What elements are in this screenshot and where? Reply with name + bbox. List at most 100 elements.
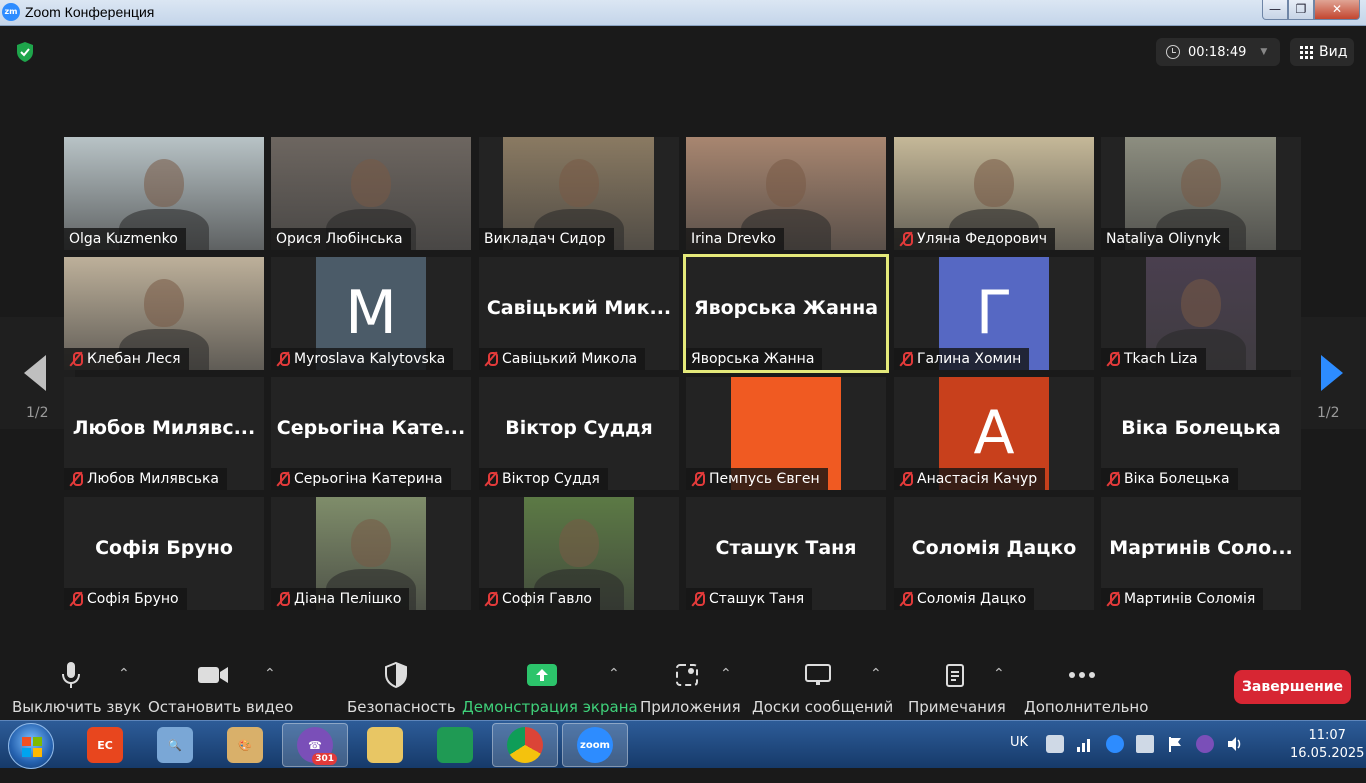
viber-tray-icon[interactable] — [1196, 735, 1214, 753]
viber-unread-badge: 301 — [312, 753, 337, 765]
participant-name: Серьогіна Катерина — [294, 471, 443, 487]
participant-tile[interactable]: Софія Бруно Софія Бруно — [64, 497, 264, 610]
participant-tile[interactable]: Любов Милявс... Любов Милявська — [64, 377, 264, 490]
person-silhouette — [559, 519, 599, 567]
participant-name-label: Пемпусь Євген — [686, 468, 828, 490]
language-indicator[interactable]: UK — [1010, 735, 1028, 783]
participant-tile[interactable]: Мартинів Соло... Мартинів Соломія — [1101, 497, 1301, 610]
taskbar-zoom-app[interactable]: zoom — [562, 723, 628, 767]
video-gallery: Olga Kuzmenko Орися Любінська Викладач Сид… — [64, 137, 1301, 610]
zoom-tray-icon[interactable] — [1106, 735, 1124, 753]
more-button[interactable]: Дополнительно — [1024, 658, 1148, 716]
participant-tile[interactable]: Софія Гавло — [479, 497, 679, 610]
network-tray-icon[interactable] — [1046, 735, 1064, 753]
whiteboards-button[interactable]: Доски сообщений — [752, 658, 893, 716]
participant-tile[interactable]: Уляна Федорович — [894, 137, 1094, 250]
end-meeting-button[interactable]: Завершение — [1234, 670, 1351, 704]
participant-tile[interactable]: Віктор Суддя Віктор Суддя — [479, 377, 679, 490]
participant-tile[interactable]: Соломія Дацко Соломія Дацко — [894, 497, 1094, 610]
participant-tile[interactable]: Віка Болецька Віка Болецька — [1101, 377, 1301, 490]
whiteboards-options-chevron-icon[interactable]: ⌃ — [870, 666, 882, 682]
participant-tile[interactable]: Irina Drevko — [686, 137, 886, 250]
stop-video-button[interactable]: Остановить видео — [148, 658, 293, 716]
participant-tile[interactable]: Викладач Сидор — [479, 137, 679, 250]
clock-time: 11:07 — [1308, 728, 1346, 743]
notes-button[interactable]: Примечания — [908, 658, 1006, 716]
window-titlebar: zm Zoom Конференция — ❐ ✕ — [0, 0, 1366, 26]
zoom-app-icon: zoom — [577, 727, 613, 763]
taskbar-search-app[interactable]: 🔍 — [142, 723, 208, 767]
participant-name-label: Сташук Таня — [686, 588, 813, 610]
security-button[interactable]: Безопасность — [347, 658, 456, 716]
participant-name-label: Віктор Суддя — [479, 468, 608, 490]
participant-tile[interactable]: Сташук Таня Сташук Таня — [686, 497, 886, 610]
taskbar-chrome-app[interactable] — [492, 723, 558, 767]
participant-display-name: Віка Болецька — [1121, 417, 1281, 439]
taskbar-explorer-app[interactable] — [352, 723, 418, 767]
muted-microphone-icon — [484, 351, 498, 367]
participant-name-label: Орися Любінська — [271, 228, 411, 250]
participant-tile[interactable]: Клебан Леся — [64, 257, 264, 370]
participant-tile[interactable]: Olga Kuzmenko — [64, 137, 264, 250]
volume-icon[interactable] — [1226, 735, 1244, 753]
apps-label: Приложения — [640, 698, 741, 716]
video-options-chevron-icon[interactable]: ⌃ — [264, 666, 276, 682]
page-indicator-left: 1/2 — [26, 405, 49, 421]
encryption-shield-icon[interactable] — [15, 41, 35, 63]
notes-options-chevron-icon[interactable]: ⌃ — [993, 666, 1005, 682]
meeting-timer[interactable]: 00:18:49 ▼ — [1156, 38, 1280, 66]
whiteboard-icon — [752, 658, 884, 692]
participant-name: Сташук Таня — [709, 591, 805, 607]
participant-name: Софія Бруно — [87, 591, 179, 607]
participant-name-label: Клебан Леся — [64, 348, 189, 370]
taskbar-presentation-app[interactable]: EC — [72, 723, 138, 767]
mute-button[interactable]: Выключить звук — [12, 658, 141, 716]
participant-tile[interactable]: Пемпусь Євген — [686, 377, 886, 490]
minimize-button[interactable]: — — [1262, 0, 1288, 20]
maximize-button[interactable]: ❐ — [1288, 0, 1314, 20]
participant-name-label: Софія Гавло — [479, 588, 600, 610]
participant-name-label: Яворська Жанна — [686, 348, 823, 370]
view-button[interactable]: Вид — [1290, 38, 1354, 66]
arrow-left-icon — [24, 355, 46, 391]
participant-display-name: Сташук Таня — [715, 537, 857, 559]
participant-name: Софія Гавло — [502, 591, 592, 607]
grid-view-icon — [1300, 45, 1313, 59]
participant-tile[interactable]: M Myroslava Kalytovska — [271, 257, 471, 370]
signal-bars-icon[interactable] — [1076, 735, 1094, 753]
start-button[interactable] — [8, 723, 54, 769]
device-tray-icon[interactable] — [1136, 735, 1154, 753]
windows-taskbar: EC 🔍 🎨 ☎ 301 zoom UK 11:07 16.05.2025 — [0, 720, 1366, 769]
notes-label: Примечания — [908, 698, 1006, 716]
participant-tile[interactable]: Серьогіна Кате... Серьогіна Катерина — [271, 377, 471, 490]
participant-tile[interactable]: Nataliya Oliynyk — [1101, 137, 1301, 250]
share-screen-button[interactable]: Демонстрация экрана — [462, 658, 638, 716]
participant-tile[interactable]: А Анастасія Качур — [894, 377, 1094, 490]
participant-tile[interactable]: Савіцький Мик... Савіцький Микола — [479, 257, 679, 370]
taskbar-paint-app[interactable]: 🎨 — [212, 723, 278, 767]
participant-name: Орися Любінська — [276, 231, 403, 247]
apps-options-chevron-icon[interactable]: ⌃ — [720, 666, 732, 682]
participant-name: Tkach Liza — [1124, 351, 1198, 367]
next-page-button[interactable]: 1/2 — [1291, 317, 1366, 429]
taskbar-viber-app[interactable]: ☎ 301 — [282, 723, 348, 767]
participant-tile[interactable]: Яворська Жанна Яворська Жанна — [683, 254, 889, 373]
participant-name: Irina Drevko — [691, 231, 776, 247]
close-button[interactable]: ✕ — [1314, 0, 1360, 20]
participant-tile[interactable]: Діана Пелішко — [271, 497, 471, 610]
taskbar-meet-app[interactable] — [422, 723, 488, 767]
system-clock[interactable]: 11:07 16.05.2025 — [1290, 727, 1364, 763]
share-options-chevron-icon[interactable]: ⌃ — [608, 666, 620, 682]
action-center-flag-icon[interactable] — [1166, 735, 1184, 753]
magnifier-icon: 🔍 — [157, 727, 193, 763]
participant-name: Віка Болецька — [1124, 471, 1230, 487]
participant-name: Галина Хомин — [917, 351, 1022, 367]
participant-tile[interactable]: Г Галина Хомин — [894, 257, 1094, 370]
participant-tile[interactable]: Tkach Liza — [1101, 257, 1301, 370]
audio-options-chevron-icon[interactable]: ⌃ — [118, 666, 130, 682]
participant-name: Віктор Суддя — [502, 471, 600, 487]
share-screen-icon — [462, 658, 622, 692]
participant-name: Nataliya Oliynyk — [1106, 231, 1221, 247]
participant-tile[interactable]: Орися Любінська — [271, 137, 471, 250]
participant-name: Яворська Жанна — [691, 351, 815, 367]
